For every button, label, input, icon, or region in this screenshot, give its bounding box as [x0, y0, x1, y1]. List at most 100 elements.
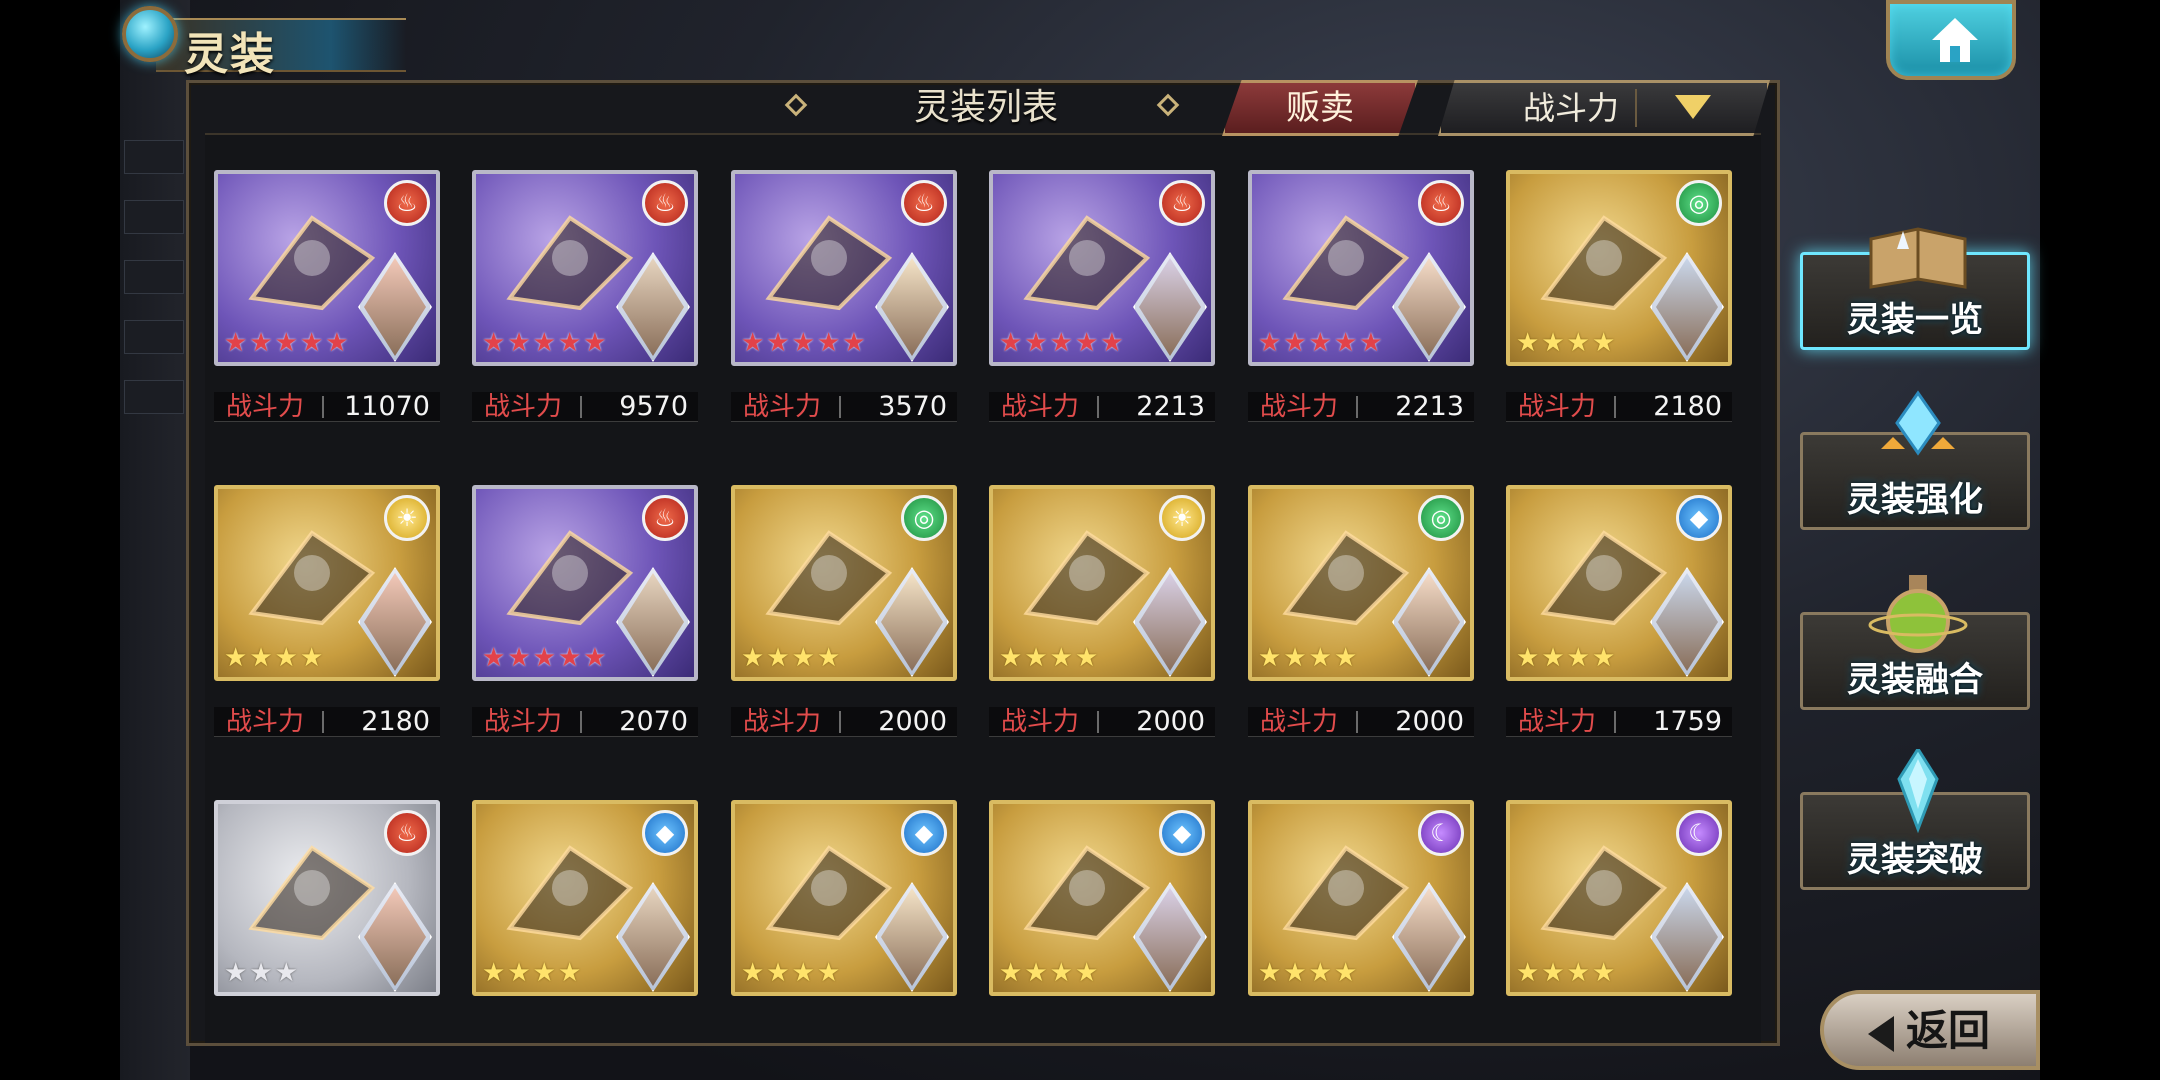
sort-label: 战斗力 — [1522, 89, 1619, 127]
feather-orb-icon — [248, 845, 376, 941]
equipment-card[interactable]: ♨ ★ ★ ★ ★ ★ — [731, 170, 957, 366]
equipment-card[interactable]: ◎ ★ ★ ★ ★ — [1248, 485, 1474, 681]
sort-dropdown[interactable]: 战斗力 — [1438, 80, 1770, 136]
equipment-card[interactable]: ☀ ★ ★ ★ ★ — [214, 485, 440, 681]
power-bar: 战斗力 1759 — [1506, 707, 1732, 737]
star-icon: ★ — [1258, 958, 1282, 988]
star-icon: ★ — [482, 643, 506, 673]
power-separator — [1614, 396, 1616, 418]
power-bar: 战斗力 2180 — [1506, 392, 1732, 422]
open-book-icon — [1869, 227, 1967, 289]
power-separator — [839, 396, 841, 418]
card-art: ◆ ★ ★ ★ ★ — [1506, 485, 1732, 681]
equipment-card[interactable]: ☀ ★ ★ ★ ★ — [989, 485, 1215, 681]
star-icon: ★ — [1100, 328, 1124, 358]
star-icon: ★ — [1049, 958, 1073, 988]
side-menu-list[interactable]: 灵装一览 — [1800, 227, 2030, 350]
equipment-card[interactable]: ◆ ★ ★ ★ ★ — [731, 800, 957, 996]
star-icon: ★ — [766, 643, 790, 673]
power-bar: 战斗力 9570 — [472, 392, 698, 422]
star-icon: ★ — [1591, 643, 1616, 673]
equipment-card[interactable]: ◆ ★ ★ ★ ★ — [989, 800, 1215, 996]
black-bow-icon — [1282, 530, 1410, 626]
equipment-card[interactable]: ◎ ★ ★ ★ ★ — [1506, 170, 1732, 366]
rarity-stars: ★ ★ ★ ★ ★ — [482, 330, 607, 356]
fire-attribute-icon: ♨ — [1159, 180, 1205, 226]
power-bar: 战斗力 11070 — [214, 392, 440, 422]
power-value: 2213 — [1136, 391, 1205, 422]
power-label: 战斗力 — [484, 707, 563, 737]
water-attribute-icon: ◆ — [1676, 495, 1722, 541]
power-bar: 战斗力 2180 — [214, 707, 440, 737]
power-separator — [580, 711, 582, 733]
rarity-stars: ★ ★ ★ ★ — [1516, 645, 1615, 671]
power-separator — [1356, 711, 1358, 733]
equipment-card[interactable]: ♨ ★ ★ ★ ★ ★ — [989, 170, 1215, 366]
star-icon: ★ — [1566, 328, 1590, 358]
equipment-card[interactable]: ♨ ★ ★ ★ ★ ★ — [472, 485, 698, 681]
scroll-icon — [1023, 845, 1151, 941]
gem-icon — [122, 6, 178, 62]
equipment-card[interactable]: ♨ ★ ★ ★ ★ ★ — [1248, 170, 1474, 366]
equipment-card[interactable]: ♨ ★ ★ ★ ★ ★ — [472, 170, 698, 366]
star-icon: ★ — [741, 643, 765, 673]
equipment-card[interactable]: ♨ ★ ★ ★ — [214, 800, 440, 996]
star-icon: ★ — [1541, 643, 1565, 673]
equipment-card[interactable]: ♨ ★ ★ ★ ★ ★ — [214, 170, 440, 366]
equipment-card[interactable]: ◆ ★ ★ ★ ★ — [1506, 485, 1732, 681]
star-icon: ★ — [1283, 958, 1307, 988]
star-icon: ★ — [816, 328, 841, 358]
sell-button[interactable]: 贩卖 — [1222, 80, 1418, 136]
gold-blade-icon — [1282, 215, 1410, 311]
star-icon: ★ — [766, 328, 790, 358]
power-value: 2000 — [1136, 706, 1205, 737]
star-icon: ★ — [224, 958, 248, 988]
star-icon: ★ — [557, 643, 582, 673]
power-bar: 战斗力 2213 — [989, 392, 1215, 422]
back-button[interactable]: 返回 — [1820, 990, 2040, 1070]
sort-separator — [1635, 89, 1637, 127]
star-icon: ★ — [1024, 328, 1048, 358]
fire-attribute-icon: ♨ — [384, 810, 430, 856]
card-art: ♨ ★ ★ ★ ★ ★ — [731, 170, 957, 366]
shelf — [124, 380, 184, 414]
star-icon: ★ — [1024, 958, 1048, 988]
star-icon: ★ — [532, 328, 556, 358]
star-icon: ★ — [999, 643, 1023, 673]
red-flower-orb-icon — [1023, 215, 1151, 311]
silver-bow-icon — [1023, 530, 1151, 626]
dropdown-arrow-icon[interactable] — [1675, 95, 1711, 119]
star-icon: ★ — [507, 643, 531, 673]
equipment-card[interactable]: ◎ ★ ★ ★ ★ — [731, 485, 957, 681]
equipment-card[interactable]: ☾ ★ ★ ★ ★ — [1506, 800, 1732, 996]
side-menu-label: 灵装一览 — [1847, 300, 1983, 340]
side-menu-fusion[interactable]: 灵装融合 — [1800, 575, 2030, 710]
star-icon: ★ — [274, 643, 298, 673]
star-icon: ★ — [299, 643, 324, 673]
side-menu-breakthrough[interactable]: 灵装突破 — [1800, 749, 2030, 890]
power-value: 2213 — [1395, 391, 1464, 422]
rarity-stars: ★ ★ ★ ★ — [1258, 960, 1357, 986]
dark-attribute-icon: ☾ — [1676, 810, 1722, 856]
card-art: ◎ ★ ★ ★ ★ — [731, 485, 957, 681]
star-icon: ★ — [1283, 643, 1307, 673]
fire-attribute-icon: ♨ — [1418, 180, 1464, 226]
power-value: 2180 — [361, 706, 430, 737]
power-value: 2000 — [878, 706, 947, 737]
water-attribute-icon: ◆ — [1159, 810, 1205, 856]
power-bar: 战斗力 2000 — [989, 707, 1215, 737]
star-icon: ★ — [1024, 643, 1048, 673]
star-icon: ★ — [1566, 958, 1590, 988]
equipment-card[interactable]: ◆ ★ ★ ★ ★ — [472, 800, 698, 996]
side-menu-enhance[interactable]: 灵装强化 — [1800, 390, 2030, 530]
home-button[interactable] — [1886, 0, 2016, 80]
rarity-stars: ★ ★ ★ ★ ★ — [1258, 330, 1383, 356]
silver-bow-icon — [248, 530, 376, 626]
shelf — [124, 200, 184, 234]
card-art: ☀ ★ ★ ★ ★ — [214, 485, 440, 681]
rarity-stars: ★ ★ ★ ★ — [999, 645, 1098, 671]
card-art: ◆ ★ ★ ★ ★ — [472, 800, 698, 996]
fire-attribute-icon: ♨ — [901, 180, 947, 226]
light-attribute-icon: ☀ — [1159, 495, 1205, 541]
equipment-card[interactable]: ☾ ★ ★ ★ ★ — [1248, 800, 1474, 996]
